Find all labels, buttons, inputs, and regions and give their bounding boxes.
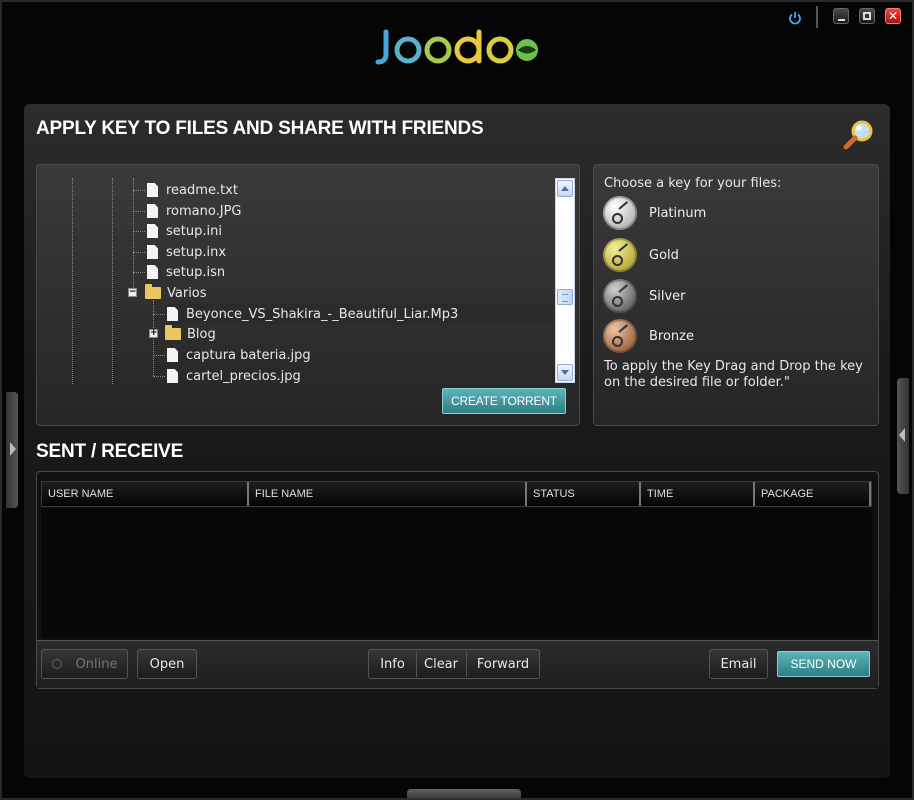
tree-guide [153,314,165,315]
tree-item-label: captura bateria.jpg [186,347,311,363]
key-panel-title: Choose a key for your files: [604,176,782,191]
column-header-file-name[interactable]: FILE NAME [249,482,527,506]
open-button[interactable]: Open [137,649,197,679]
tree-guide [133,272,145,273]
tree-item-label: Blog [187,326,216,342]
close-button[interactable]: ✕ [885,8,901,24]
bronze-key-icon[interactable] [603,319,637,353]
key-option-gold[interactable]: Gold [603,238,679,272]
right-panel-toggle[interactable] [897,378,909,494]
power-icon[interactable] [784,8,806,28]
silver-key-icon[interactable] [603,279,637,313]
file-icon [147,224,158,238]
tree-item-file[interactable]: setup.isn [147,262,225,282]
transfers-table-header: USER NAME FILE NAME STATUS TIME PACKAGE [41,481,872,507]
magnifier-glyph [843,120,873,150]
create-torrent-button[interactable]: CREATE TORRENT [442,388,566,414]
scroll-up-arrow-icon[interactable] [557,180,573,197]
column-header-status[interactable]: STATUS [527,482,641,506]
folder-icon [165,325,181,340]
column-header-time[interactable]: TIME [641,482,755,506]
sent-receive-heading: SENT / RECEIVE [36,441,184,462]
key-label: Silver [649,288,686,304]
tree-guide [133,211,145,212]
tree-guide [133,231,145,232]
platinum-key-icon[interactable] [603,196,637,230]
file-icon [147,245,158,259]
tree-item-label: romano.JPG [166,203,242,219]
left-panel-toggle[interactable] [6,392,18,508]
tree-item-label: readme.txt [166,182,238,198]
tree-guide [133,190,145,191]
bottom-panel-toggle[interactable] [407,789,521,799]
tree-item-folder-varios[interactable]: Varios [145,283,207,303]
file-icon [167,348,178,362]
file-icon [147,183,158,197]
tree-item-label: setup.ini [166,223,222,239]
tree-item-label: setup.inx [166,244,227,260]
power-icon-glyph [789,12,801,25]
tree-item-folder-blog[interactable]: Blog [165,324,216,344]
collapse-toggle[interactable]: − [128,288,137,297]
scroll-down-arrow-icon[interactable] [557,364,573,381]
online-label: Online [75,656,118,672]
tree-guide [153,355,165,356]
file-icon [147,265,158,279]
expand-toggle[interactable]: + [149,329,158,338]
joodoo-logo [372,26,542,70]
minimize-button[interactable] [833,8,849,24]
send-now-button[interactable]: SEND NOW [777,651,870,677]
tree-item-file[interactable]: cartel_precios.jpg [167,366,301,386]
status-dot-icon [51,659,62,669]
tree-guide [153,376,165,377]
tree-item-file[interactable]: setup.inx [147,242,226,262]
tree-item-file[interactable]: readme.txt [147,180,238,200]
tree-item-label: Beyonce_VS_Shakira_-_Beautiful_Liar.Mp3 [186,306,459,322]
folder-open-icon [145,284,161,299]
maximize-button[interactable] [859,8,875,24]
title-separator [816,6,818,28]
tree-item-file[interactable]: captura bateria.jpg [167,345,311,365]
tree-item-label: Varios [167,285,207,301]
key-option-bronze[interactable]: Bronze [603,319,694,353]
file-icon [167,307,178,321]
key-help-text: To apply the Key Drag and Drop the key o… [604,359,863,390]
scroll-thumb[interactable] [557,289,573,305]
tree-guide [112,178,113,384]
transfers-table-body[interactable] [41,508,872,638]
file-tree-panel [36,164,580,426]
file-icon [167,369,178,383]
key-label: Gold [649,247,679,263]
forward-button[interactable]: Forward [467,649,539,679]
column-header-user-name[interactable]: USER NAME [42,482,249,506]
tree-item-label: cartel_precios.jpg [186,368,301,384]
key-label: Bronze [649,328,694,344]
apply-key-heading: APPLY KEY TO FILES AND SHARE WITH FRIEND… [36,118,484,139]
tree-item-file[interactable]: romano.JPG [147,201,242,221]
column-header-package[interactable]: PACKAGE [755,482,871,506]
key-label: Platinum [649,205,707,221]
online-toggle[interactable]: Online [41,649,128,679]
key-option-silver[interactable]: Silver [603,279,686,313]
tree-item-file[interactable]: setup.ini [147,221,222,241]
file-icon [147,204,158,218]
info-button[interactable]: Info [369,649,416,679]
logo-mark [375,29,538,65]
tree-guide [153,300,154,376]
tree-item-label: setup.isn [166,264,226,280]
key-option-platinum[interactable]: Platinum [603,196,706,230]
clear-button[interactable]: Clear [417,649,465,679]
email-button[interactable]: Email [709,649,768,679]
tree-scrollbar[interactable] [555,178,575,383]
gold-key-icon[interactable] [603,238,637,272]
tree-guide [133,252,145,253]
tree-guide [72,178,73,384]
tree-item-file-selected[interactable]: Beyonce_VS_Shakira_-_Beautiful_Liar.Mp3 [165,304,553,324]
search-icon[interactable] [842,118,876,150]
close-icon: ✕ [887,9,899,23]
